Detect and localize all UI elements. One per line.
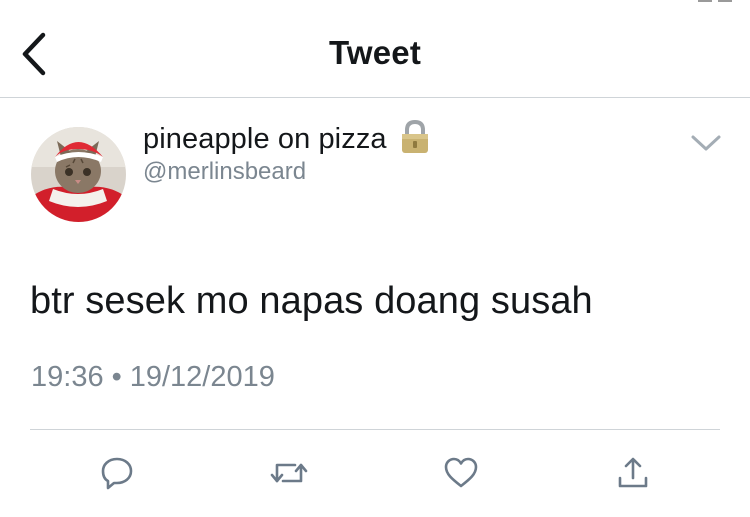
tweet-date: 19/12/2019 bbox=[129, 361, 275, 393]
tweet-timestamp: 19:36 • 19/12/2019 bbox=[31, 361, 275, 394]
divider bbox=[30, 429, 720, 430]
tweet-time: 19:36 bbox=[31, 361, 104, 393]
tweet-detail-screen: Tweet pineapple on pizza @merlinsbeard b… bbox=[0, 0, 750, 517]
like-button[interactable] bbox=[436, 450, 486, 496]
avatar-cat-image bbox=[31, 127, 126, 222]
chevron-down-icon bbox=[691, 135, 721, 151]
retweet-icon bbox=[270, 463, 308, 483]
tweet-text: btr sesek mo napas doang susah bbox=[30, 280, 593, 322]
tweet-menu-button[interactable] bbox=[688, 128, 724, 158]
heart-icon bbox=[444, 457, 478, 488]
reply-button[interactable] bbox=[92, 450, 142, 496]
share-button[interactable] bbox=[608, 450, 658, 496]
username[interactable]: @merlinsbeard bbox=[143, 158, 431, 186]
avatar[interactable] bbox=[31, 127, 126, 222]
timestamp-separator: • bbox=[111, 361, 122, 393]
navigation-bar: Tweet bbox=[0, 0, 750, 98]
display-name-row: pineapple on pizza bbox=[143, 119, 431, 156]
display-name[interactable]: pineapple on pizza bbox=[143, 123, 387, 156]
page-title: Tweet bbox=[328, 34, 422, 71]
tweet: pineapple on pizza @merlinsbeard btr ses… bbox=[0, 98, 750, 517]
share-icon bbox=[618, 457, 648, 488]
action-bar bbox=[0, 450, 750, 500]
reply-icon bbox=[101, 457, 133, 490]
retweet-button[interactable] bbox=[264, 450, 314, 496]
lock-icon bbox=[399, 119, 431, 155]
author-block: pineapple on pizza @merlinsbeard bbox=[143, 119, 431, 186]
